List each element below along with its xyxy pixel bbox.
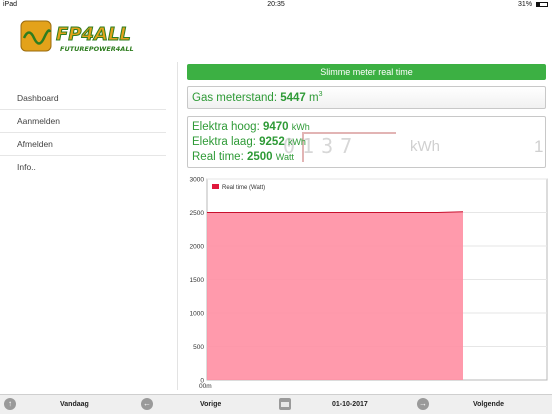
y-tick-label: 2500 xyxy=(190,210,205,217)
sidebar-item-label: Aanmelden xyxy=(17,116,61,126)
next-arrow-icon[interactable]: → xyxy=(417,398,429,410)
gas-reading: Gas meterstand: 5447 m3 xyxy=(192,91,323,104)
meter-background-image: 0137 kWh 1 xyxy=(283,132,545,167)
y-tick-label: 500 xyxy=(193,344,204,351)
y-tick-label: 1000 xyxy=(190,311,205,318)
x-tick-label: 00m xyxy=(199,383,212,390)
y-tick-label: 3000 xyxy=(190,177,205,184)
gas-unit: m xyxy=(309,91,319,104)
battery-indicator: 31% xyxy=(518,1,548,8)
sidebar-item-aanmelden[interactable]: Aanmelden xyxy=(0,110,166,133)
status-bar: iPad 20:35 31% xyxy=(0,0,552,10)
today-icon[interactable]: ↑ xyxy=(4,398,16,410)
sidebar-item-label: Info.. xyxy=(17,162,36,172)
elektra-hoog-row: Elektra hoog: 9470 kWh xyxy=(192,120,310,135)
sidebar-item-dashboard[interactable]: Dashboard xyxy=(0,87,166,110)
fp4all-logo: FP4ALL FUTUREPOWER4ALL xyxy=(20,20,134,53)
y-tick-label: 1500 xyxy=(190,277,205,284)
legend-swatch xyxy=(212,184,219,189)
logo-text: FP4ALL xyxy=(56,24,131,45)
elektra-laag-label: Elektra laag: xyxy=(192,136,256,148)
gas-meter-panel: Gas meterstand: 5447 m3 xyxy=(187,86,546,109)
realtime-chart: 05001000150020002500300000mReal time (Wa… xyxy=(190,177,548,390)
sidebar-item-label: Dashboard xyxy=(17,93,59,103)
realtime-unit: Watt xyxy=(275,152,294,162)
meter-extra-digit: 1 xyxy=(534,137,544,156)
app-screen: { "statusbar": { "device": "iPad", "time… xyxy=(0,0,552,414)
sidebar: Dashboard Aanmelden Afmelden Info.. xyxy=(0,62,178,390)
logo-subtitle: FUTUREPOWER4ALL xyxy=(60,45,134,53)
elektra-hoog-unit: kWh xyxy=(291,122,310,132)
gas-value: 5447 xyxy=(280,91,306,104)
sidebar-item-label: Afmelden xyxy=(17,139,53,149)
page-title: Slimme meter real time xyxy=(187,64,546,80)
elektra-laag-value: 9252 xyxy=(259,136,285,148)
sidebar-item-afmelden[interactable]: Afmelden xyxy=(0,133,166,156)
today-button[interactable]: Vandaag xyxy=(60,395,89,414)
realtime-label: Real time: xyxy=(192,151,244,163)
elektra-hoog-label: Elektra hoog: xyxy=(192,121,260,133)
series-area xyxy=(207,211,463,380)
battery-icon xyxy=(536,1,548,7)
electricity-readings: Elektra hoog: 9470 kWh Elektra laag: 925… xyxy=(192,120,310,165)
gas-unit-exponent: 3 xyxy=(318,91,323,98)
date-picker-button[interactable]: 01-10-2017 xyxy=(332,395,368,414)
electricity-panel: 0137 kWh 1 Elektra hoog: 9470 kWh Elektr… xyxy=(187,116,546,168)
y-tick-label: 2000 xyxy=(190,244,205,251)
meter-unit: kWh xyxy=(410,138,440,155)
previous-arrow-icon[interactable]: ← xyxy=(141,398,153,410)
bottom-toolbar: ↑ Vandaag ← Vorige 01-10-2017 → Volgende xyxy=(0,394,552,414)
elektra-laag-unit: kWh xyxy=(287,137,306,147)
next-button[interactable]: Volgende xyxy=(473,395,504,414)
header: FP4ALL FUTUREPOWER4ALL xyxy=(0,10,552,60)
realtime-value: 2500 xyxy=(246,151,273,163)
gas-label: Gas meterstand: xyxy=(192,91,278,104)
previous-button[interactable]: Vorige xyxy=(200,395,221,414)
calendar-icon[interactable] xyxy=(279,398,291,410)
elektra-laag-row: Elektra laag: 9252 kWh xyxy=(192,135,310,150)
realtime-row: Real time: 2500 Watt xyxy=(192,150,310,165)
legend-label: Real time (Watt) xyxy=(222,185,265,191)
sidebar-item-info[interactable]: Info.. xyxy=(0,156,166,179)
elektra-hoog-value: 9470 xyxy=(262,121,289,133)
clock: 20:35 xyxy=(267,1,285,8)
battery-percentage: 31% xyxy=(518,1,533,8)
